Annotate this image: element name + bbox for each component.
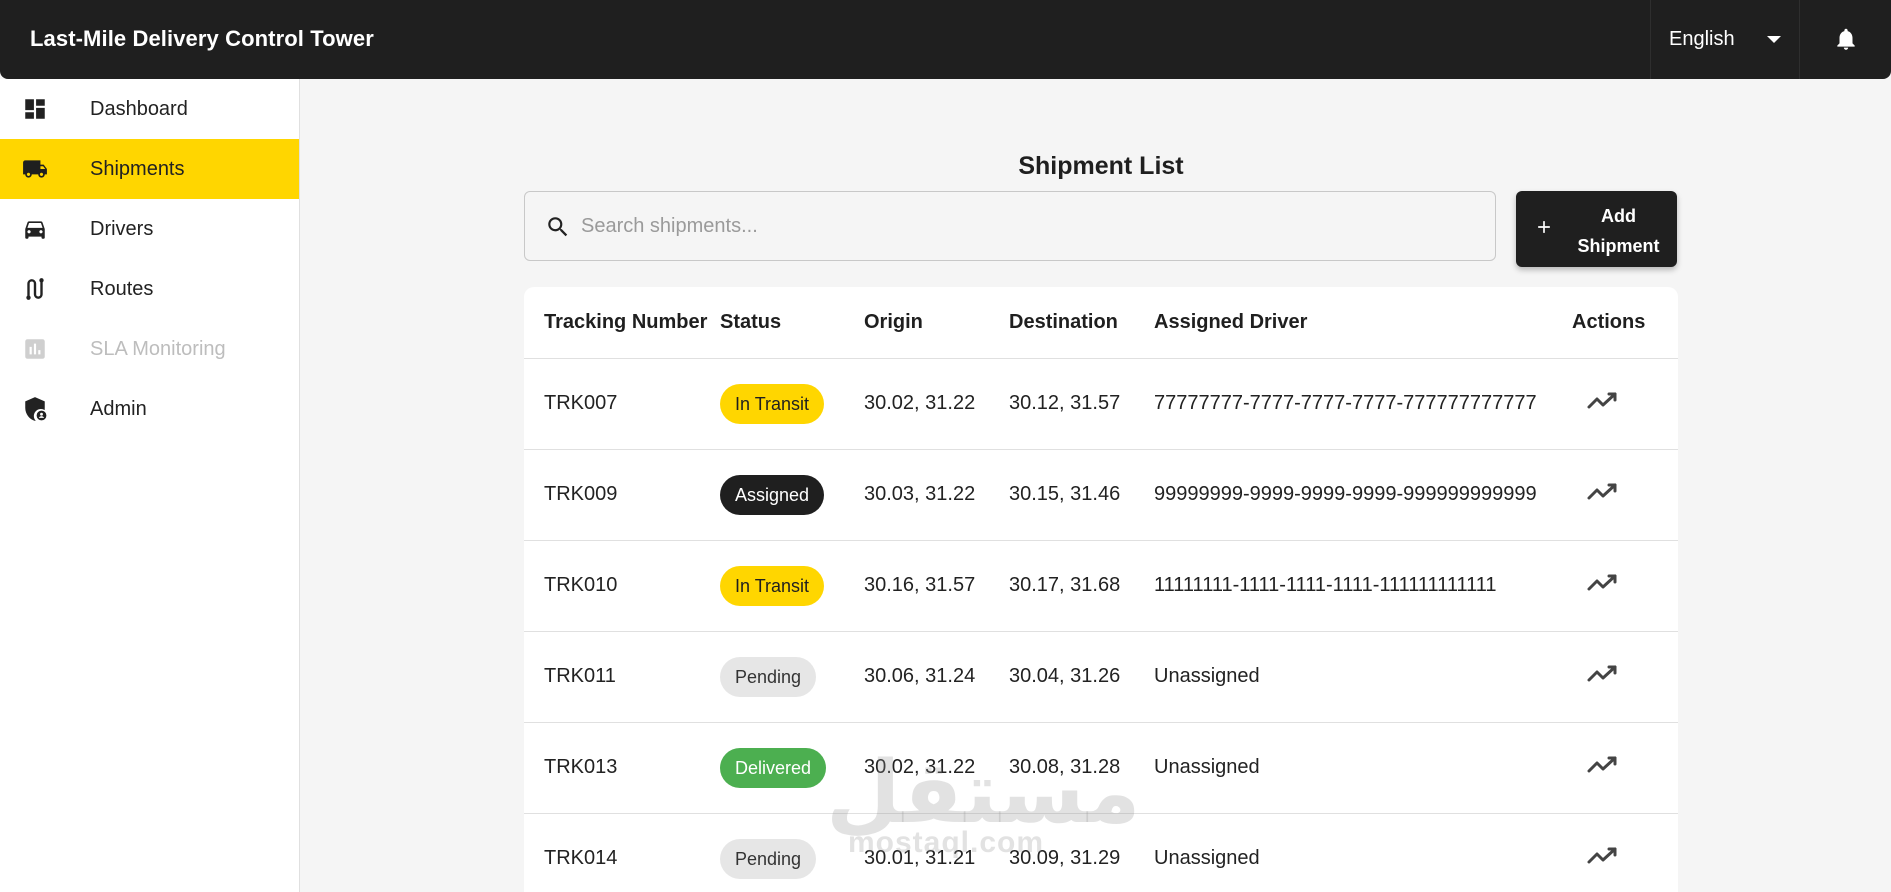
page-title: Shipment List — [1018, 152, 1184, 180]
shipments-table: Tracking Number Status Origin Destinatio… — [524, 287, 1678, 892]
table-row[interactable]: TRK013 Delivered 30.02, 31.22 30.08, 31.… — [524, 722, 1678, 814]
table-row[interactable]: TRK010 In Transit 30.16, 31.57 30.17, 31… — [524, 540, 1678, 632]
route-icon — [26, 278, 44, 300]
admin-shield-icon — [25, 397, 47, 421]
sidebar-item-admin[interactable]: Admin — [0, 379, 299, 439]
sidebar-item-label: Routes — [90, 277, 154, 300]
column-header-assigned-driver[interactable]: Assigned Driver — [1154, 287, 1572, 359]
bar-chart-icon — [25, 339, 45, 359]
origin-cell: 30.02, 31.22 — [864, 722, 1009, 814]
driver-cell: Unassigned — [1154, 722, 1572, 814]
origin-cell: 30.16, 31.57 — [864, 540, 1009, 632]
sidebar-item-dashboard[interactable]: Dashboard — [0, 79, 299, 139]
column-header-actions: Actions — [1572, 287, 1678, 359]
column-header-status[interactable]: Status — [720, 287, 864, 359]
status-badge: Assigned — [720, 474, 825, 515]
language-select-value: English — [1669, 28, 1735, 50]
driver-cell: 11111111-1111-1111-1111-111111111111 — [1154, 540, 1572, 632]
caret-down-icon — [1767, 36, 1781, 43]
plus-icon — [1538, 221, 1550, 233]
origin-cell: 30.03, 31.22 — [864, 449, 1009, 541]
trending-icon[interactable] — [1586, 390, 1618, 412]
trending-icon[interactable] — [1586, 481, 1618, 503]
tracking-number-cell: TRK014 — [524, 813, 720, 892]
origin-cell: 30.01, 31.21 — [864, 813, 1009, 892]
table-row[interactable]: TRK011 Pending 30.06, 31.24 30.04, 31.26… — [524, 631, 1678, 723]
table-row[interactable]: TRK009 Assigned 30.03, 31.22 30.15, 31.4… — [524, 449, 1678, 541]
search-box — [524, 191, 1496, 261]
truck-icon — [23, 160, 47, 178]
car-icon — [25, 221, 45, 239]
destination-cell: 30.08, 31.28 — [1009, 722, 1154, 814]
table-header-row: Tracking Number Status Origin Destinatio… — [524, 287, 1678, 359]
column-header-origin[interactable]: Origin — [864, 287, 1009, 359]
add-shipment-button[interactable]: Add Shipment — [1516, 191, 1677, 267]
search-icon — [548, 217, 568, 237]
status-badge: Pending — [720, 838, 817, 879]
table-row[interactable]: TRK007 In Transit 30.02, 31.22 30.12, 31… — [524, 358, 1678, 450]
destination-cell: 30.09, 31.29 — [1009, 813, 1154, 892]
column-header-tracking-number[interactable]: Tracking Number — [524, 287, 720, 359]
trending-icon[interactable] — [1586, 845, 1618, 867]
bell-icon[interactable] — [1833, 25, 1859, 53]
sidebar-item-label: SLA Monitoring — [90, 337, 226, 360]
destination-cell: 30.04, 31.26 — [1009, 631, 1154, 723]
status-badge: In Transit — [720, 383, 825, 424]
sidebar-item-shipments[interactable]: Shipments — [0, 139, 299, 199]
driver-cell: 99999999-9999-9999-9999-999999999999 — [1154, 449, 1572, 541]
sidebar-item-routes[interactable]: Routes — [0, 259, 299, 319]
trending-icon[interactable] — [1586, 663, 1618, 685]
status-badge: Delivered — [720, 747, 827, 788]
add-shipment-label: Add Shipment — [1577, 206, 1660, 256]
sidebar-item-label: Dashboard — [90, 97, 188, 120]
sidebar-item-label: Shipments — [90, 157, 185, 180]
driver-cell: Unassigned — [1154, 813, 1572, 892]
app-title: Last-Mile Delivery Control Tower — [30, 26, 374, 51]
status-badge: Pending — [720, 656, 817, 697]
tracking-number-cell: TRK010 — [524, 540, 720, 632]
table-row[interactable]: TRK014 Pending 30.01, 31.21 30.09, 31.29… — [524, 813, 1678, 892]
sidebar: Dashboard Shipments Drivers Routes SLA M… — [0, 79, 300, 892]
top-app-bar: Last-Mile Delivery Control Tower English — [0, 0, 1891, 79]
tracking-number-cell: TRK011 — [524, 631, 720, 723]
column-header-destination[interactable]: Destination — [1009, 287, 1154, 359]
search-input[interactable] — [581, 192, 1481, 260]
destination-cell: 30.12, 31.57 — [1009, 358, 1154, 450]
destination-cell: 30.15, 31.46 — [1009, 449, 1154, 541]
origin-cell: 30.02, 31.22 — [864, 358, 1009, 450]
trending-icon[interactable] — [1586, 572, 1618, 594]
driver-cell: 77777777-7777-7777-7777-777777777777 — [1154, 358, 1572, 450]
sidebar-item-drivers[interactable]: Drivers — [0, 199, 299, 259]
trending-icon[interactable] — [1586, 754, 1618, 776]
sidebar-item-label: Admin — [90, 397, 147, 420]
driver-cell: Unassigned — [1154, 631, 1572, 723]
language-select[interactable]: English — [1650, 0, 1800, 79]
sidebar-item-sla-monitoring: SLA Monitoring — [0, 319, 299, 379]
tracking-number-cell: TRK007 — [524, 358, 720, 450]
sidebar-item-label: Drivers — [90, 217, 154, 240]
tracking-number-cell: TRK013 — [524, 722, 720, 814]
tracking-number-cell: TRK009 — [524, 449, 720, 541]
dashboard-icon — [25, 99, 45, 119]
status-badge: In Transit — [720, 565, 825, 606]
origin-cell: 30.06, 31.24 — [864, 631, 1009, 723]
destination-cell: 30.17, 31.68 — [1009, 540, 1154, 632]
